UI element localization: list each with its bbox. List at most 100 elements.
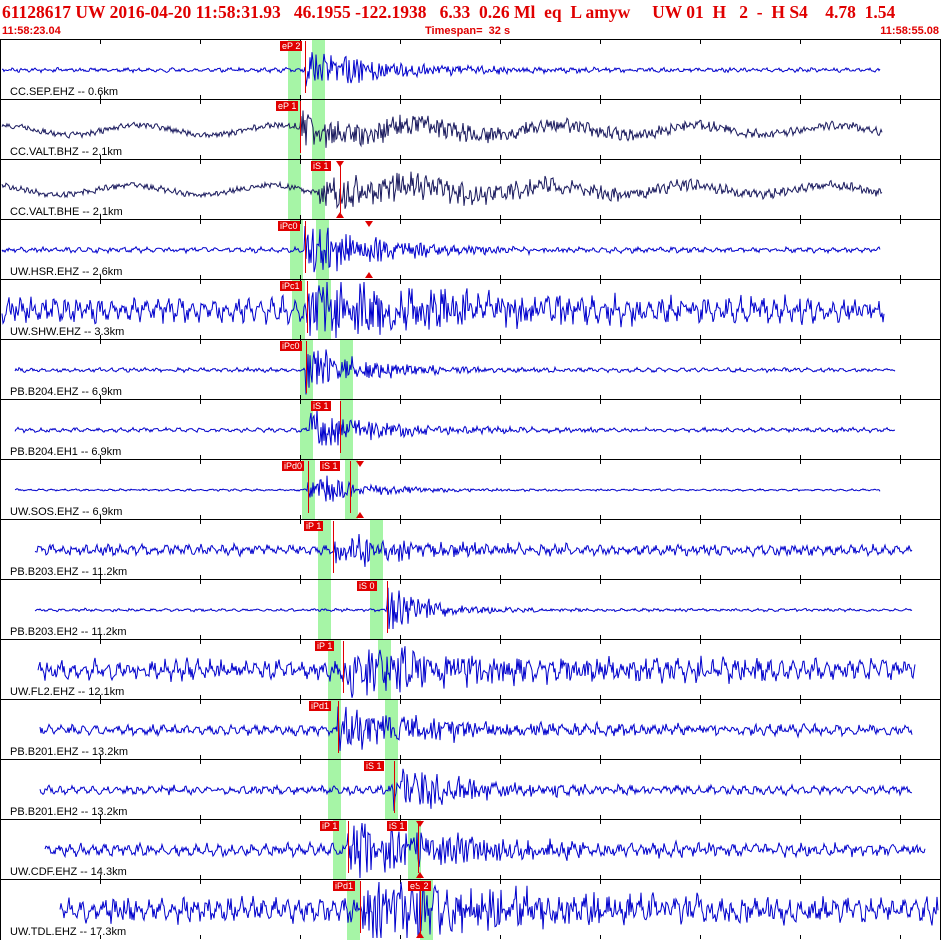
station-label: PB.B201.EHZ -- 13.2km bbox=[10, 746, 128, 758]
phase-pick-marker[interactable] bbox=[305, 221, 306, 273]
waveform-path bbox=[1, 281, 885, 339]
phase-pick-label[interactable]: eP 2 bbox=[280, 41, 303, 51]
trace-panel[interactable]: iS 1 PB.B204.EH1 -- 6.9km bbox=[0, 399, 941, 460]
trace-panel[interactable]: iPd1 PB.B201.EHZ -- 13.2km bbox=[0, 699, 941, 760]
station-label: UW.SOS.EHZ -- 6.9km bbox=[10, 506, 123, 518]
phase-pick-marker[interactable] bbox=[338, 701, 339, 753]
phase-pick-label[interactable]: iS 1 bbox=[387, 821, 407, 831]
trace-panel[interactable]: iPd1 eS 2 UW.TDL.EHZ -- 17.3km bbox=[0, 879, 941, 940]
waveform-trace bbox=[1, 110, 883, 148]
phase-pick-label[interactable]: iPd1 bbox=[333, 881, 356, 891]
trace-panel[interactable]: iPd0 iS 1 UW.SOS.EHZ -- 6.9km bbox=[0, 459, 941, 520]
waveform-trace bbox=[1, 171, 883, 210]
phase-pick-label[interactable]: iPc1 bbox=[280, 281, 302, 291]
waveform-path bbox=[59, 881, 939, 939]
waveform-trace bbox=[1, 225, 881, 273]
phase-pick-marker[interactable] bbox=[394, 761, 395, 813]
phase-pick-marker[interactable] bbox=[340, 161, 341, 213]
phase-pick-marker[interactable] bbox=[306, 341, 307, 393]
trace-panel[interactable]: iS 1 CC.VALT.BHE -- 2.1km bbox=[0, 159, 941, 220]
pick-triangle-up-icon bbox=[416, 872, 424, 878]
phase-pick-marker[interactable] bbox=[343, 641, 344, 693]
trace-panel[interactable]: eP 1 CC.VALT.BHZ -- 2.1km bbox=[0, 99, 941, 160]
trace-panel[interactable]: iP 1 iS 1 UW.CDF.EHZ -- 14.3km bbox=[0, 819, 941, 880]
phase-pick-marker[interactable] bbox=[420, 881, 421, 933]
waveform-trace bbox=[14, 475, 881, 502]
pick-triangle-down-icon bbox=[336, 161, 344, 167]
phase-pick-marker[interactable] bbox=[305, 41, 306, 93]
station-label: CC.VALT.BHZ -- 2.1km bbox=[10, 146, 123, 158]
trace-panel[interactable]: eP 2 CC.SEP.EHZ -- 0.6km bbox=[0, 39, 941, 100]
phase-pick-marker[interactable] bbox=[300, 101, 301, 153]
phase-pick-label[interactable]: iP 1 bbox=[315, 641, 335, 651]
station-label: PB.B204.EHZ -- 6.9km bbox=[10, 386, 122, 398]
trace-panel[interactable]: iPc1 UW.SHW.EHZ -- 3.3km bbox=[0, 279, 941, 340]
pick-triangle-up-icon bbox=[416, 932, 424, 938]
phase-pick-label[interactable]: iPd0 bbox=[282, 461, 305, 471]
phase-pick-marker[interactable] bbox=[308, 461, 309, 513]
waveform-path bbox=[14, 410, 896, 446]
phase-pick-label[interactable]: eP 1 bbox=[276, 101, 299, 111]
waveform-path bbox=[44, 823, 926, 879]
pick-triangle-up-icon bbox=[336, 212, 344, 218]
station-label: UW.CDF.EHZ -- 14.3km bbox=[10, 866, 127, 878]
waveform-trace bbox=[44, 823, 926, 879]
pick-triangle-down-icon bbox=[365, 221, 373, 227]
pick-triangle-up-icon bbox=[356, 512, 364, 518]
phase-pick-marker[interactable] bbox=[348, 821, 349, 873]
waveform-trace bbox=[14, 349, 896, 395]
event-title: 61128617 UW 2016-04-20 11:58:31.93 46.19… bbox=[2, 2, 896, 22]
station-label: UW.TDL.EHZ -- 17.3km bbox=[10, 926, 127, 938]
seismogram-panels: eP 2 CC.SEP.EHZ -- 0.6km eP 1 CC.VALT.BHZ -… bbox=[0, 39, 941, 940]
phase-pick-label[interactable]: iP 1 bbox=[304, 521, 324, 531]
waveform-trace bbox=[59, 881, 939, 939]
phase-pick-marker[interactable] bbox=[360, 881, 361, 933]
station-label: UW.SHW.EHZ -- 3.3km bbox=[10, 326, 125, 338]
phase-pick-marker[interactable] bbox=[307, 281, 308, 333]
waveform-trace bbox=[34, 533, 913, 567]
timespan-label: Timespan= 32 s bbox=[425, 25, 511, 37]
phase-pick-marker[interactable] bbox=[350, 461, 351, 513]
waveform-trace bbox=[2, 52, 881, 87]
trace-panel[interactable]: iPc0 PB.B204.EHZ -- 6.9km bbox=[0, 339, 941, 400]
phase-pick-label[interactable]: iPc0 bbox=[278, 221, 300, 231]
station-label: UW.FL2.EHZ -- 12.1km bbox=[10, 686, 125, 698]
phase-pick-label[interactable]: iS 1 bbox=[364, 761, 384, 771]
station-label: PB.B204.EH1 -- 6.9km bbox=[10, 446, 122, 458]
pick-triangle-down-icon bbox=[416, 881, 424, 887]
trace-panel[interactable]: iS 0 PB.B203.EH2 -- 11.2km bbox=[0, 579, 941, 640]
pick-triangle-up-icon bbox=[365, 272, 373, 278]
phase-pick-marker[interactable] bbox=[333, 521, 334, 573]
phase-pick-label[interactable]: iS 1 bbox=[311, 161, 331, 171]
phase-pick-label[interactable]: iS 0 bbox=[357, 581, 377, 591]
trace-panel[interactable]: iP 1 PB.B203.EHZ -- 11.2km bbox=[0, 519, 941, 580]
station-label: UW.HSR.EHZ -- 2.6km bbox=[10, 266, 123, 278]
waveform-trace bbox=[37, 646, 916, 698]
waveform-path bbox=[2, 52, 881, 87]
waveform-path bbox=[1, 110, 883, 148]
waveform-path bbox=[14, 349, 896, 395]
phase-pick-marker[interactable] bbox=[418, 821, 419, 873]
station-label: PB.B203.EH2 -- 11.2km bbox=[10, 626, 127, 638]
waveform-trace bbox=[1, 281, 885, 339]
waveform-path bbox=[39, 768, 913, 811]
phase-pick-label[interactable]: iS 1 bbox=[311, 401, 331, 411]
trace-panel[interactable]: iPc0 UW.HSR.EHZ -- 2.6km bbox=[0, 219, 941, 280]
trace-panel[interactable]: iS 1 PB.B201.EH2 -- 13.2km bbox=[0, 759, 941, 820]
waveform-path bbox=[1, 171, 883, 210]
end-time-label: 11:58:55.08 bbox=[880, 25, 939, 37]
phase-pick-label[interactable]: iPd1 bbox=[309, 701, 332, 711]
trace-panel[interactable]: iP 1 UW.FL2.EHZ -- 12.1km bbox=[0, 639, 941, 700]
phase-pick-label[interactable]: iPc0 bbox=[280, 341, 302, 351]
waveform-path bbox=[14, 475, 881, 502]
phase-pick-label[interactable]: iS 1 bbox=[320, 461, 340, 471]
phase-pick-marker[interactable] bbox=[340, 401, 341, 453]
station-label: CC.VALT.BHE -- 2.1km bbox=[10, 206, 123, 218]
waveform-trace bbox=[34, 587, 913, 630]
phase-pick-marker[interactable] bbox=[387, 581, 388, 633]
waveform-path bbox=[34, 587, 913, 630]
waveform-path bbox=[1, 225, 881, 273]
phase-pick-label[interactable]: iP 1 bbox=[320, 821, 340, 831]
waveform-trace bbox=[14, 410, 896, 446]
station-label: PB.B201.EH2 -- 13.2km bbox=[10, 806, 128, 818]
